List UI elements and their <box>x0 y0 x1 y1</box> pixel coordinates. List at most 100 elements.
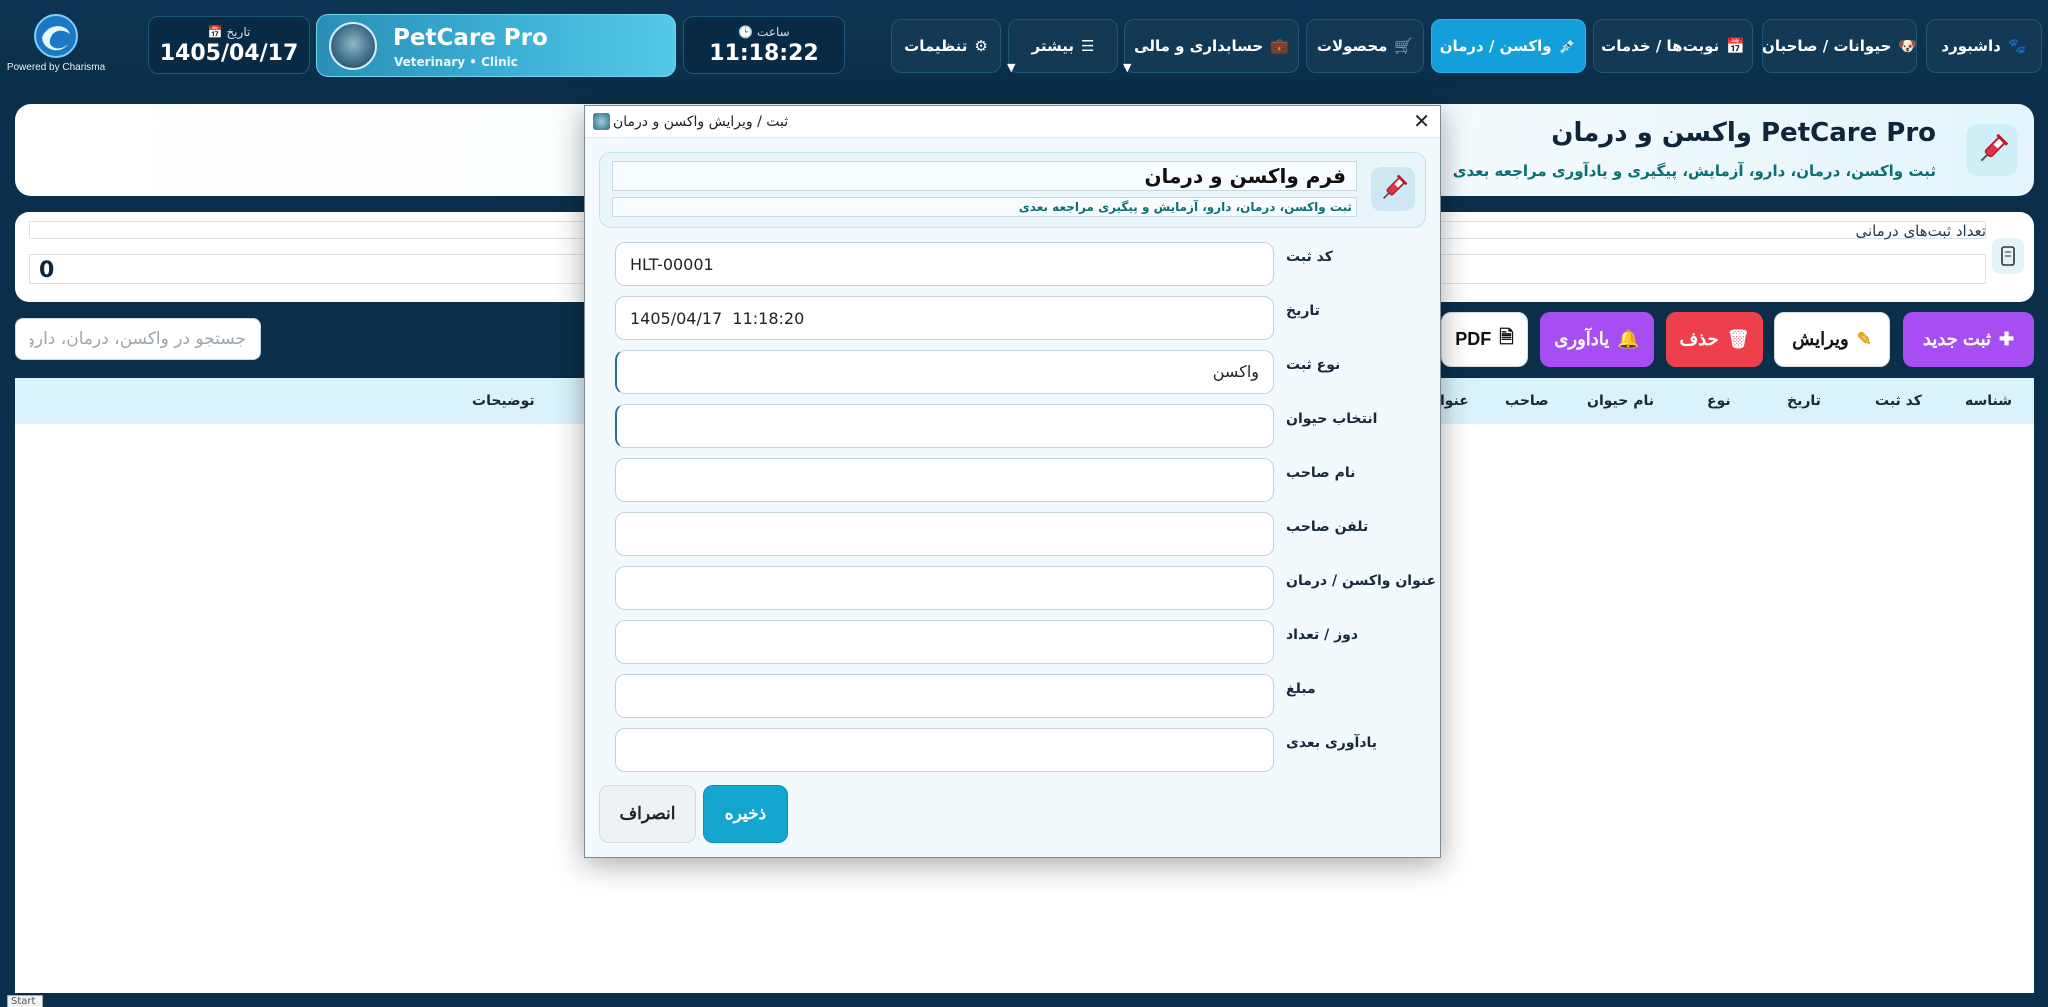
nav-appointments[interactable]: نوبت‌ها / خدمات 📅 <box>1593 19 1753 73</box>
column-header[interactable]: صاحب <box>1505 393 1549 409</box>
syringe-icon <box>1966 124 2018 176</box>
reminder-label: یادآوری <box>1554 329 1610 349</box>
scroll-icon <box>1992 238 2024 274</box>
brand-subtitle: Veterinary • Clinic <box>394 55 518 69</box>
nav-more-label: بیشتر <box>1031 37 1075 55</box>
record-type-label: نوع ثبت <box>1286 357 1341 373</box>
syringe-icon <box>1371 167 1415 211</box>
select-animal-label: انتخاب حیوان <box>1286 411 1378 427</box>
syringe-icon: 💉 <box>1558 37 1578 55</box>
charisma-logo: Powered by Charisma <box>6 12 106 78</box>
top-navigation-bar: Powered by Charisma 📅 تاریخ 1405/04/17 P… <box>0 0 2048 88</box>
next-reminder-label: یادآوری بعدی <box>1286 735 1378 751</box>
record-code-input[interactable] <box>615 242 1274 286</box>
column-header[interactable]: تاریخ <box>1787 393 1821 409</box>
trash-icon: 🗑 <box>1726 329 1750 349</box>
clock-display: 🕒 ساعت 11:18:22 <box>683 16 845 74</box>
calendar-icon: 📅 <box>1726 37 1745 55</box>
nav-accounting-label: حسابداری و مالی <box>1134 37 1264 55</box>
column-header[interactable]: عنوا <box>1440 393 1469 409</box>
nav-appointments-label: نوبت‌ها / خدمات <box>1601 37 1720 55</box>
page-subtitle: ثبت واکسن، درمان، دارو، آزمایش، پیگیری و… <box>1452 162 1936 180</box>
stat-label: تعداد ثبت‌های درمانی <box>1855 222 1986 240</box>
date-label: تاریخ <box>1286 303 1320 319</box>
clock-value: 11:18:22 <box>709 41 819 66</box>
dose-count-label: دوز / تعداد <box>1286 627 1359 643</box>
form-header-card: فرم واکسن و درمان ثبت واکسن، درمان، دارو… <box>599 152 1426 228</box>
gear-icon: ⚙ <box>974 37 988 55</box>
column-header[interactable]: نوع <box>1707 393 1731 409</box>
start-button[interactable]: Start <box>7 995 43 1007</box>
nav-more[interactable]: بیشتر ☰ ▼ <box>1007 19 1118 74</box>
date-value: 1405/04/17 <box>159 41 299 66</box>
dialog-titlebar: ثبت / ویرایش واکسن و درمان ✕ <box>585 106 1440 138</box>
reminder-button[interactable]: یادآوری 🔔 <box>1540 312 1654 367</box>
close-icon[interactable]: ✕ <box>1413 109 1430 134</box>
next-reminder-input[interactable] <box>615 728 1274 772</box>
owner-name-label: نام صاحب <box>1286 465 1356 481</box>
amount-input[interactable] <box>615 674 1274 718</box>
nav-dashboard-label: داشبورد <box>1941 37 2001 55</box>
nav-animals-label: حیوانات / صاحبان <box>1762 37 1892 55</box>
powered-by-text: Powered by Charisma <box>6 62 106 73</box>
column-header[interactable]: شناسه <box>1965 393 2012 409</box>
nav-products-label: محصولات <box>1316 37 1388 55</box>
document-icon: 🗎 <box>1499 326 1514 347</box>
nav-settings[interactable]: تنظیمات ⚙ <box>891 19 1001 73</box>
pdf-export-button[interactable]: PDF 🗎 <box>1441 312 1528 367</box>
new-record-button[interactable]: ثبت جدید ✚ <box>1903 312 2034 367</box>
delete-label: حذف <box>1679 329 1719 349</box>
owner-phone-label: تلفن صاحب <box>1286 519 1369 535</box>
treatment-title-label: عنوان واکسن / درمان <box>1286 573 1437 589</box>
dialog-title: ثبت / ویرایش واکسن و درمان <box>613 114 789 130</box>
record-code-label: کد ثبت <box>1286 249 1333 265</box>
date-input[interactable] <box>615 296 1274 340</box>
page-title: واکسن و درمان PetCare Pro <box>1551 118 1936 148</box>
brand-avatar <box>329 22 377 70</box>
new-record-label: ثبت جدید <box>1922 329 1992 349</box>
brand-title: PetCare Pro <box>393 25 548 51</box>
cart-icon: 🛒 <box>1394 37 1414 55</box>
plus-icon: ✚ <box>1999 329 2015 349</box>
column-header[interactable]: توضیحات <box>472 393 535 409</box>
column-header[interactable]: نام حیوان <box>1587 393 1654 409</box>
form-subtitle: ثبت واکسن، درمان، دارو، آزمایش و پیگیری … <box>1018 200 1352 214</box>
swirl-logo-icon <box>34 14 78 58</box>
stat-value: 0 <box>39 258 55 283</box>
dog-icon: 🐶 <box>1898 37 1917 55</box>
dose-count-input[interactable] <box>615 620 1274 664</box>
form-title-box: فرم واکسن و درمان <box>612 161 1357 191</box>
form-title: فرم واکسن و درمان <box>1144 164 1346 188</box>
clock-caption: 🕒 ساعت <box>738 25 790 39</box>
nav-vaccine-treatment[interactable]: واکسن / درمان 💉 <box>1431 19 1586 73</box>
date-display: 📅 تاریخ 1405/04/17 <box>148 16 310 74</box>
edit-button[interactable]: ویرایش ✎ <box>1774 312 1890 367</box>
cancel-button[interactable]: انصراف <box>599 785 696 843</box>
nav-accounting[interactable]: حسابداری و مالی 💼 ▼ <box>1123 19 1299 74</box>
search-input[interactable] <box>15 318 261 360</box>
select-animal-select[interactable] <box>615 404 1274 448</box>
edit-label: ویرایش <box>1792 329 1849 349</box>
nav-products[interactable]: محصولات 🛒 <box>1306 19 1424 73</box>
pencil-icon: ✎ <box>1856 329 1872 349</box>
owner-phone-input[interactable] <box>615 512 1274 556</box>
owner-name-input[interactable] <box>615 458 1274 502</box>
chevron-down-icon: ▼ <box>1123 61 1132 74</box>
bell-icon: 🔔 <box>1617 329 1640 349</box>
form-subtitle-box: ثبت واکسن، درمان، دارو، آزمایش و پیگیری … <box>612 197 1357 217</box>
save-button[interactable]: ذخیره <box>703 785 788 843</box>
amount-label: مبلغ <box>1286 681 1316 697</box>
vaccine-treatment-dialog: ثبت / ویرایش واکسن و درمان ✕ فرم واکسن و… <box>584 105 1441 858</box>
date-caption: 📅 تاریخ <box>207 25 251 39</box>
brand-banner: PetCare Pro Veterinary • Clinic <box>316 14 676 77</box>
menu-icon: ☰ <box>1081 37 1095 55</box>
nav-settings-label: تنظیمات <box>904 37 968 55</box>
paw-icon: 🐾 <box>2007 37 2027 55</box>
column-header[interactable]: کد ثبت <box>1875 393 1922 409</box>
nav-animals-owners[interactable]: حیوانات / صاحبان 🐶 <box>1762 19 1917 73</box>
treatment-title-input[interactable] <box>615 566 1274 610</box>
record-type-select[interactable]: واکسن <box>615 350 1274 394</box>
pdf-label: PDF <box>1455 329 1492 349</box>
delete-button[interactable]: حذف 🗑 <box>1666 312 1763 367</box>
nav-dashboard[interactable]: داشبورد 🐾 <box>1926 19 2042 73</box>
